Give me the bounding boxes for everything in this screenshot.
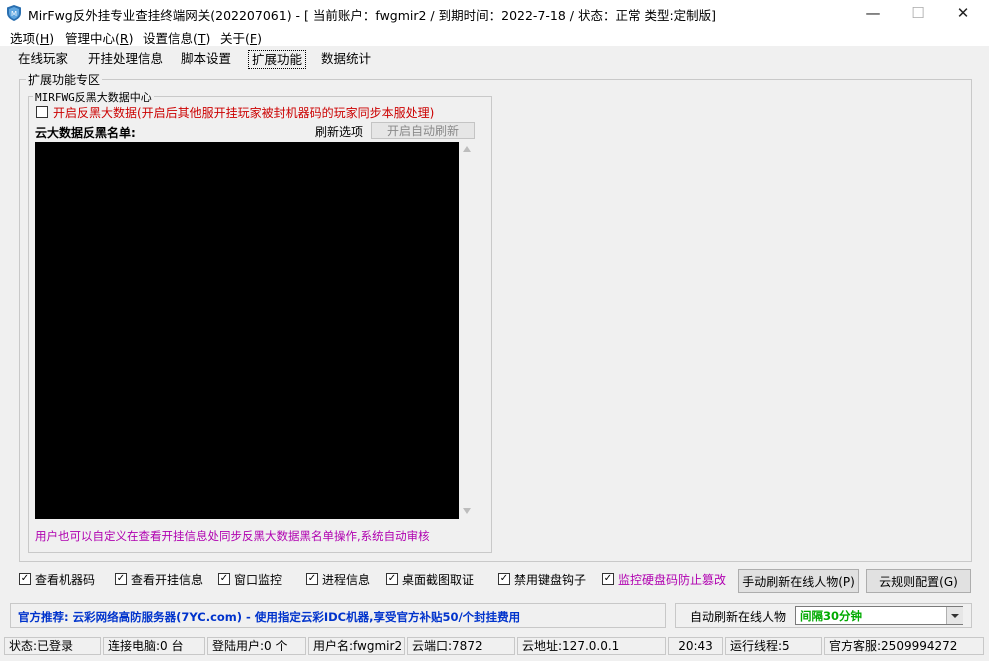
close-button[interactable]: ✕ xyxy=(940,0,986,26)
window-monitor-checkbox[interactable]: ✓ xyxy=(218,573,230,585)
status-cloud-addr: 云地址:127.0.0.1 xyxy=(517,637,666,655)
blacklist-label: 云大数据反黑名单: xyxy=(35,126,136,140)
enable-bigdata-label: 开启反黑大数据(开启后其他服开挂玩家被封机器码的玩家同步本服处理) xyxy=(53,106,435,120)
view-machine-code-checkbox[interactable]: ✓ xyxy=(19,573,31,585)
tab-statistics[interactable]: 数据统计 xyxy=(318,50,374,67)
menu-settings-key: T xyxy=(197,31,206,46)
blacklist-note: 用户也可以自定义在查看开挂信息处同步反黑大数据黑名单操作,系统自动审核 xyxy=(35,529,430,543)
enable-bigdata-checkbox[interactable] xyxy=(36,106,48,118)
auto-refresh-label: 自动刷新在线人物 xyxy=(690,610,787,624)
monitor-disk-code-label: 监控硬盘码防止篡改 xyxy=(618,573,727,587)
menu-management-end: ) xyxy=(128,31,134,46)
menu-management[interactable]: 管理中心(R) xyxy=(65,28,133,47)
shield-icon: M xyxy=(7,5,21,21)
status-connected: 连接电脑:0 台 xyxy=(103,637,205,655)
bigdata-group-title: MIRFWG反黑大数据中心 xyxy=(33,89,154,105)
menu-options[interactable]: 选项(H) xyxy=(10,28,54,47)
refresh-option-label: 刷新选项 xyxy=(315,125,364,139)
menu-management-key: R xyxy=(119,31,129,46)
status-username: 用户名:fwgmir2 xyxy=(308,637,405,655)
view-machine-code-label: 查看机器码 xyxy=(35,573,96,587)
menu-options-end: ) xyxy=(49,31,55,46)
menu-settings-label: 设置信息( xyxy=(143,31,198,46)
tab-cheat-info[interactable]: 开挂处理信息 xyxy=(85,50,166,67)
minimize-button[interactable]: — xyxy=(850,0,896,26)
tab-extensions[interactable]: 扩展功能 xyxy=(248,50,307,69)
monitor-disk-code-checkbox[interactable]: ✓ xyxy=(602,573,614,585)
process-info-label: 进程信息 xyxy=(322,573,371,587)
scroll-up-icon[interactable] xyxy=(463,146,471,152)
tab-online-players[interactable]: 在线玩家 xyxy=(15,50,71,67)
disable-keyboard-hook-label: 禁用键盘钩子 xyxy=(514,573,587,587)
window-monitor-label: 窗口监控 xyxy=(234,573,283,587)
menu-about[interactable]: 关于(F) xyxy=(220,28,262,47)
process-info-checkbox[interactable]: ✓ xyxy=(306,573,318,585)
status-time: 20:43 xyxy=(668,637,723,655)
menu-about-key: F xyxy=(249,31,258,46)
auto-refresh-button[interactable]: 开启自动刷新 xyxy=(371,122,475,139)
blacklist-panel[interactable] xyxy=(35,142,459,519)
blacklist-scrollbar[interactable] xyxy=(459,142,476,519)
desktop-screenshot-checkbox[interactable]: ✓ xyxy=(386,573,398,585)
maximize-button[interactable]: ☐ xyxy=(895,0,941,26)
status-state: 状态:已登录 xyxy=(4,637,101,655)
dropdown-arrow-icon[interactable] xyxy=(946,607,963,624)
cloud-rules-button[interactable]: 云规则配置(G) xyxy=(866,569,971,593)
menu-settings[interactable]: 设置信息(T) xyxy=(143,28,210,47)
tab-script-settings[interactable]: 脚本设置 xyxy=(178,50,234,67)
desktop-screenshot-label: 桌面截图取证 xyxy=(402,573,475,587)
status-cloud-port: 云端口:7872 xyxy=(407,637,515,655)
promo-text: 官方推荐: 云彩网络高防服务器(7YC.com) - 使用指定云彩IDC机器,享… xyxy=(18,610,521,624)
svg-text:M: M xyxy=(11,10,17,18)
manual-refresh-button[interactable]: 手动刷新在线人物(P) xyxy=(738,569,859,593)
menu-settings-end: ) xyxy=(205,31,211,46)
menu-options-label: 选项( xyxy=(10,31,40,46)
auto-refresh-value: 间隔30分钟 xyxy=(800,609,863,623)
extension-group-title: 扩展功能专区 xyxy=(26,71,103,88)
scroll-down-icon[interactable] xyxy=(463,508,471,514)
disable-keyboard-hook-checkbox[interactable]: ✓ xyxy=(498,573,510,585)
window-title: MirFwg反外挂专业查挂终端网关(202207061) - [ 当前账户：fw… xyxy=(28,8,717,23)
view-cheat-info-label: 查看开挂信息 xyxy=(131,573,204,587)
menu-about-label: 关于( xyxy=(220,31,250,46)
status-threads: 运行线程:5 xyxy=(725,637,822,655)
status-logged-users: 登陆用户:0 个 xyxy=(207,637,306,655)
view-cheat-info-checkbox[interactable]: ✓ xyxy=(115,573,127,585)
menu-options-key: H xyxy=(39,31,50,46)
status-support: 官方客服:2509994272 xyxy=(824,637,984,655)
menu-about-end: ) xyxy=(257,31,262,46)
menu-management-label: 管理中心( xyxy=(65,31,120,46)
